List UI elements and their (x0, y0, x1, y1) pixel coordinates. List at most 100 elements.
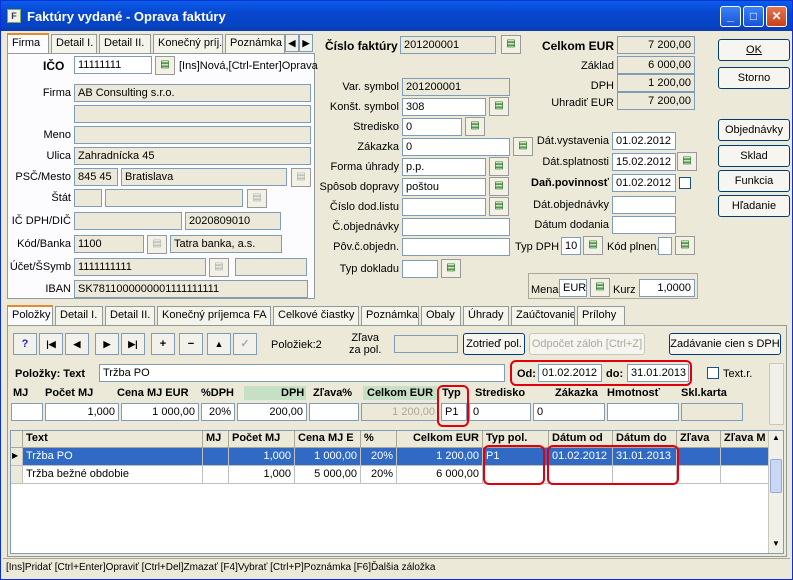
dan-povinnost-field[interactable]: 01.02.2012 (612, 174, 676, 192)
dat-splatnosti-field[interactable]: 15.02.2012 (612, 153, 676, 171)
cell-pocet[interactable]: 1,000 (229, 466, 295, 484)
ok-button[interactable]: OK (718, 39, 790, 61)
tab-obaly[interactable]: Obaly (421, 306, 461, 325)
typ-dokladu-lookup-icon[interactable]: ▤ (441, 259, 461, 278)
kod-lookup-icon[interactable]: ▤ (147, 235, 167, 254)
stredisko-field[interactable]: 0 (402, 118, 462, 136)
mena-field[interactable]: EUR (559, 279, 587, 297)
kod-plnenia-lookup-icon[interactable]: ▤ (675, 236, 695, 255)
tab-zauctovanie[interactable]: Zaúčtovanie (511, 306, 575, 325)
grid-header-celkom[interactable]: Celkom EUR (397, 431, 483, 448)
funkcia-button[interactable]: Funkcia (718, 170, 790, 192)
celkom-field[interactable]: 1 200,00 (361, 403, 439, 421)
grid-header-text[interactable]: Text (23, 431, 203, 448)
cell-zlava-m[interactable] (721, 448, 769, 466)
next-record-button[interactable]: ▶ (95, 333, 119, 355)
firma-field-2[interactable] (74, 105, 311, 123)
cell-cena[interactable]: 1 000,00 (295, 448, 361, 466)
mj-field[interactable] (11, 403, 43, 421)
cell-celkom[interactable]: 1 200,00 (397, 448, 483, 466)
var-symbol-field[interactable]: 201200001 (402, 78, 510, 96)
cena-field[interactable]: 1 000,00 (121, 403, 199, 421)
hmotnost-field[interactable] (607, 403, 679, 421)
mesto-lookup-icon[interactable]: ▤ (291, 168, 311, 187)
stredisko-lookup-icon[interactable]: ▤ (465, 117, 485, 136)
tab-uhrady[interactable]: Úhrady (463, 306, 509, 325)
ucet-field[interactable]: 1111111111 (74, 258, 206, 276)
typ-dph-field[interactable]: 10 (561, 237, 581, 255)
tab-item-detail-2[interactable]: Detail II. (105, 306, 155, 325)
cislo-dod-field[interactable] (402, 198, 486, 216)
cell-zlava[interactable] (677, 466, 721, 484)
tab-item-poznamka[interactable]: Poznámka (361, 306, 419, 325)
datum-dodania-field[interactable] (612, 216, 676, 234)
cell-pocet[interactable]: 1,000 (229, 448, 295, 466)
tab-konecny-prijemca[interactable]: Konečný príjemca FA (157, 306, 271, 325)
grid-scrollbar[interactable]: ▲ ▼ (768, 431, 783, 553)
minimize-button[interactable]: _ (720, 6, 741, 27)
tab-detail-2[interactable]: Detail II. (99, 34, 151, 53)
ico-field[interactable]: 11111111 (74, 56, 152, 74)
kod-plnenia-field[interactable] (658, 237, 672, 255)
splatnost-lookup-icon[interactable]: ▤ (677, 152, 697, 171)
last-record-button[interactable]: ▶| (121, 333, 145, 355)
sklkarta-field[interactable] (681, 403, 743, 421)
grid-header-cena[interactable]: Cena MJ E (295, 431, 361, 448)
scroll-down-icon[interactable]: ▼ (769, 537, 783, 551)
cell-pct[interactable]: 20% (361, 466, 397, 484)
tab-scroll-right-icon[interactable]: ▶ (299, 34, 313, 52)
grid-header-pct[interactable]: % (361, 431, 397, 448)
ucet-lookup-icon[interactable]: ▤ (209, 258, 229, 277)
stred-item-field[interactable]: 0 (469, 403, 531, 421)
cislo-faktury-field[interactable]: 201200001 (400, 36, 496, 54)
zlava-za-pol-field[interactable] (394, 335, 458, 353)
scroll-up-icon[interactable]: ▲ (769, 431, 783, 445)
cell-mj[interactable] (203, 466, 229, 484)
sklad-button[interactable]: Sklad (718, 145, 790, 167)
tab-polozky[interactable]: Položky (7, 305, 53, 326)
close-button[interactable]: ✕ (766, 6, 787, 27)
tab-firma[interactable]: Firma (7, 33, 49, 54)
tab-detail-1[interactable]: Detail I. (51, 34, 97, 53)
add-item-button[interactable]: + (151, 333, 175, 355)
first-record-button[interactable]: |◀ (39, 333, 63, 355)
dan-povinnost-checkbox[interactable] (679, 177, 691, 189)
konst-symbol-field[interactable]: 308 (402, 98, 486, 116)
edit-scrollbar[interactable] (769, 363, 784, 425)
cell-zlava[interactable] (677, 448, 721, 466)
confirm-button[interactable]: ✓ (233, 333, 257, 355)
zakazka-item-field[interactable]: 0 (533, 403, 605, 421)
hladanie-button[interactable]: Hľadanie (718, 195, 790, 217)
cislo-lookup-icon[interactable]: ▤ (501, 35, 521, 54)
dic-field[interactable]: 2020809010 (185, 212, 281, 230)
item-text-field[interactable]: Tržba PO (99, 364, 505, 382)
tab-poznamka[interactable]: Poznámka (225, 34, 285, 53)
delete-item-button[interactable]: − (179, 333, 203, 355)
zakazka-lookup-icon[interactable]: ▤ (513, 137, 533, 156)
meno-field[interactable] (74, 126, 311, 144)
tab-konecny-prij[interactable]: Konečný príj. (153, 34, 223, 53)
grid-header-mj[interactable]: MJ (203, 431, 229, 448)
storno-button[interactable]: Storno (718, 67, 790, 89)
stat-code-field[interactable] (74, 189, 102, 207)
odpocet-zaloh-button[interactable]: Odpočet záloh [Ctrl+Z] (529, 333, 645, 355)
zlava-field[interactable] (309, 403, 359, 421)
cell-pct[interactable]: 20% (361, 448, 397, 466)
grid-header-zlava[interactable]: Zľava (677, 431, 721, 448)
grid-header-pocet[interactable]: Počet MJ (229, 431, 295, 448)
zadavanie-cien-button[interactable]: Zadávanie cien s DPH (669, 333, 781, 355)
forma-uhrady-field[interactable]: p.p. (402, 158, 486, 176)
kod-field[interactable]: 1100 (74, 235, 144, 253)
tab-scroll-left-icon[interactable]: ◀ (285, 34, 299, 52)
stat-lookup-icon[interactable]: ▤ (247, 189, 267, 208)
cell-celkom[interactable]: 6 000,00 (397, 466, 483, 484)
cell-text[interactable]: Tržba PO (23, 448, 203, 466)
cislo-obj-field[interactable] (402, 218, 510, 236)
kurz-field[interactable]: 1,0000 (639, 279, 695, 297)
zakazka-field[interactable]: 0 (402, 138, 510, 156)
banka-field[interactable]: Tatra banka, a.s. (170, 235, 282, 253)
sort-items-button[interactable]: Zotrieď pol. (463, 333, 525, 355)
typ-dph-lookup-icon[interactable]: ▤ (583, 236, 603, 255)
icdph-field[interactable] (74, 212, 182, 230)
tab-celkove-ciastky[interactable]: Celkové čiastky (273, 306, 359, 325)
